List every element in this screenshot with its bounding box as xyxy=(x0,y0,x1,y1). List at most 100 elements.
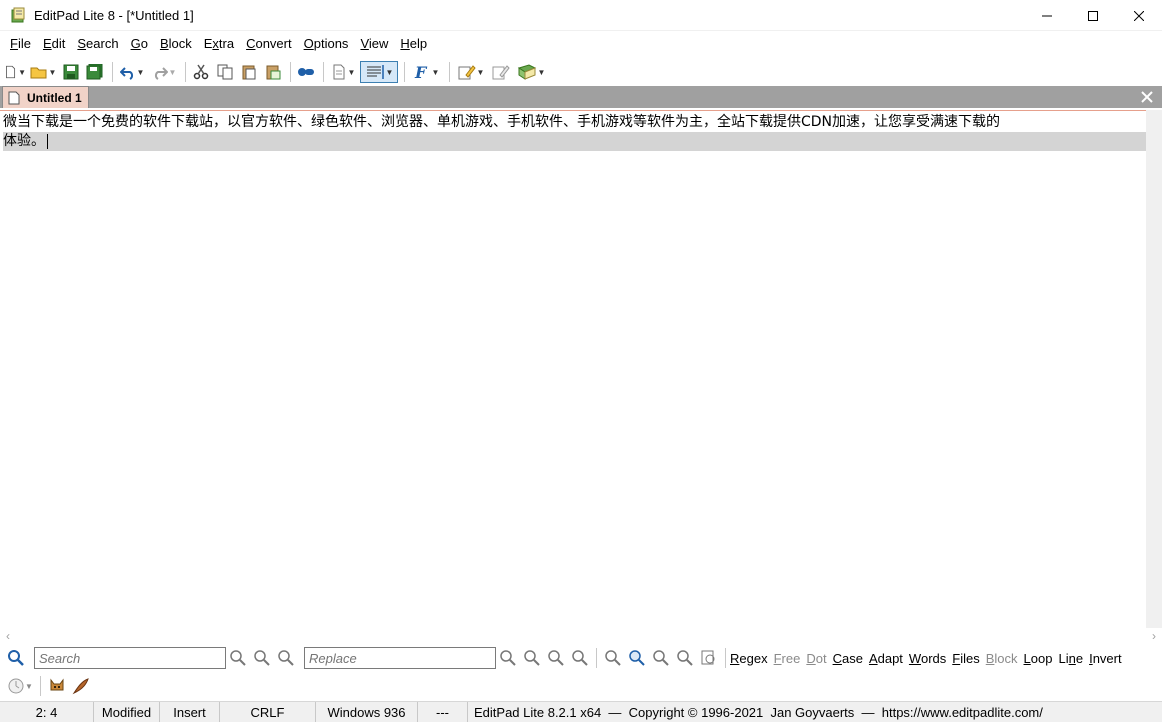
menu-help[interactable]: Help xyxy=(394,33,433,55)
find-previous-button[interactable] xyxy=(275,647,297,669)
close-button[interactable] xyxy=(1116,0,1162,31)
undo-button[interactable]: ▼ xyxy=(117,61,147,83)
search-option-adapt[interactable]: Adapt xyxy=(869,651,903,666)
vertical-scrollbar[interactable] xyxy=(1146,110,1162,628)
word-wrap-toggle[interactable]: ▼ xyxy=(360,61,398,83)
fold-matches-button[interactable] xyxy=(626,647,648,669)
maximize-button[interactable] xyxy=(1070,0,1116,31)
history-button[interactable]: ▼ xyxy=(5,675,35,697)
find-first-icon xyxy=(230,650,246,666)
cat-button[interactable] xyxy=(46,675,68,697)
modified-indicator: Modified xyxy=(94,701,160,722)
count-search-icon xyxy=(653,650,669,666)
menu-go[interactable]: Go xyxy=(125,33,154,55)
editor-content[interactable]: 微当下载是一个免费的软件下载站，以官方软件、绿色软件、浏览器、单机游戏、手机软件… xyxy=(0,111,1146,151)
find-next-icon xyxy=(254,650,270,666)
about-text: EditPad Lite 8.2.1 x64 — Copyright © 199… xyxy=(474,704,1043,720)
font-button[interactable]: F ▼ xyxy=(409,61,443,83)
replace-button[interactable] xyxy=(497,647,519,669)
search-option-free[interactable]: Free xyxy=(774,651,801,666)
replace-all-icon xyxy=(572,650,588,666)
close-icon xyxy=(1134,10,1144,21)
save-all-button[interactable] xyxy=(84,61,106,83)
search-options: Regex Free Dot Case Adapt Words Files Block Loop… xyxy=(730,651,1128,666)
book-button[interactable]: ▼ xyxy=(514,61,548,83)
menu-convert[interactable]: Convert xyxy=(240,33,298,55)
search-option-regex[interactable]: Regex xyxy=(730,651,768,666)
search-option-loop[interactable]: Loop xyxy=(1024,651,1053,666)
find-next-button[interactable] xyxy=(251,647,273,669)
toolbar-separator xyxy=(596,648,597,668)
editpad-app-icon xyxy=(11,7,25,23)
line-break-style[interactable]: CRLF xyxy=(220,701,316,722)
search-files-icon xyxy=(701,650,715,665)
search-input[interactable] xyxy=(34,647,226,669)
quill-button[interactable] xyxy=(70,675,92,697)
replace-input[interactable] xyxy=(304,647,496,669)
title-bar: EditPad Lite 8 - [*Untitled 1] xyxy=(0,0,1162,31)
insert-mode[interactable]: Insert xyxy=(160,701,220,722)
toolbar-separator xyxy=(323,62,324,82)
search-bar: Regex Free Dot Case Adapt Words Files Block Loop… xyxy=(0,645,1162,671)
replace-previous-button[interactable] xyxy=(545,647,567,669)
count-matches-button[interactable] xyxy=(650,647,672,669)
cut-button[interactable] xyxy=(190,61,212,83)
search-option-words[interactable]: Words xyxy=(909,651,946,666)
replace-next-button[interactable] xyxy=(521,647,543,669)
tab-untitled-1[interactable]: Untitled 1 xyxy=(2,86,89,108)
search-history-button[interactable] xyxy=(674,647,696,669)
open-file-button[interactable]: ▼ xyxy=(28,61,58,83)
horizontal-scrollbar[interactable]: ‹ › xyxy=(0,628,1162,644)
main-toolbar: ▼ ▼ ▼ ▼ ▼ ▼ F ▼ ▼ ▼ xyxy=(0,58,1162,86)
clock-icon xyxy=(8,678,24,694)
close-tab-button[interactable] xyxy=(1138,88,1156,106)
clipboard-collection-button[interactable] xyxy=(295,61,317,83)
new-file-button[interactable]: ▼ xyxy=(4,61,26,83)
minimize-button[interactable] xyxy=(1024,0,1070,31)
scroll-right-icon[interactable]: › xyxy=(1152,629,1156,643)
redo-icon xyxy=(154,67,168,80)
encoding[interactable]: Windows 936 xyxy=(316,701,418,722)
copy-button[interactable] xyxy=(214,61,236,83)
search-option-case[interactable]: Case xyxy=(833,651,863,666)
text-caret xyxy=(47,133,48,149)
toolbar-separator xyxy=(725,648,726,668)
text-editor[interactable]: 微当下载是一个免费的软件下载站，以官方软件、绿色软件、浏览器、单机游戏、手机软件… xyxy=(0,110,1146,628)
spellcheck-button[interactable] xyxy=(490,61,512,83)
search-option-files[interactable]: Files xyxy=(952,651,979,666)
search-files-button[interactable] xyxy=(698,647,720,669)
close-icon xyxy=(1141,91,1153,103)
menu-view[interactable]: View xyxy=(354,33,394,55)
open-folder-icon xyxy=(30,67,47,79)
redo-button[interactable]: ▼ xyxy=(149,61,179,83)
edit-options-button[interactable]: ▼ xyxy=(454,61,488,83)
save-icon xyxy=(63,64,79,80)
scroll-left-icon[interactable]: ‹ xyxy=(6,629,10,643)
save-button[interactable] xyxy=(60,61,82,83)
paste-icon xyxy=(242,65,256,80)
paste-button[interactable] xyxy=(238,61,260,83)
quill-icon xyxy=(72,678,89,695)
menu-search[interactable]: Search xyxy=(71,33,124,55)
menu-edit[interactable]: Edit xyxy=(37,33,71,55)
find-first-button[interactable] xyxy=(227,647,249,669)
document-tab-strip: Untitled 1 xyxy=(0,86,1162,108)
search-option-dot[interactable]: Dot xyxy=(806,651,826,666)
replace-all-button[interactable] xyxy=(569,647,591,669)
toolbar-separator xyxy=(290,62,291,82)
menu-file[interactable]: File xyxy=(4,33,37,55)
menu-block[interactable]: Block xyxy=(154,33,198,55)
minimize-icon xyxy=(1042,15,1052,16)
search-option-block[interactable]: Block xyxy=(986,651,1018,666)
highlight-button[interactable] xyxy=(602,647,624,669)
search-panel-button[interactable] xyxy=(5,647,27,669)
toolbar-separator xyxy=(449,62,450,82)
search-option-line[interactable]: Line xyxy=(1058,651,1083,666)
new-file-icon xyxy=(6,65,16,79)
menu-options[interactable]: Options xyxy=(298,33,355,55)
paste-special-button[interactable] xyxy=(262,61,284,83)
menu-extra[interactable]: Extra xyxy=(198,33,240,55)
print-button[interactable]: ▼ xyxy=(328,61,358,83)
search-option-invert[interactable]: Invert xyxy=(1089,651,1122,666)
tab-label: Untitled 1 xyxy=(27,90,82,105)
